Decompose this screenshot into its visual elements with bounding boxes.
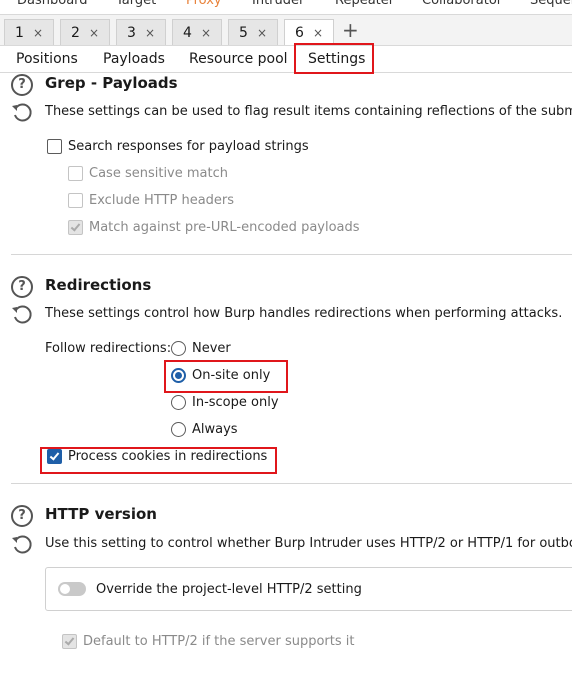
section-divider xyxy=(11,254,572,255)
app-tab-proxy[interactable]: Proxy xyxy=(186,0,222,8)
search-responses-label: Search responses for payload strings xyxy=(68,139,309,154)
section-title-grep-payloads: Grep - Payloads xyxy=(45,74,178,92)
intruder-tab-label: 1 xyxy=(15,25,24,41)
app-tab-intruder[interactable]: Intruder xyxy=(252,0,304,8)
settings-panel: ? Grep - Payloads These settings can be … xyxy=(0,73,572,681)
reset-arrow-icon[interactable] xyxy=(11,534,33,556)
app-tab-collaborator[interactable]: Collaborator xyxy=(422,0,502,8)
intruder-tab-label: 6 xyxy=(295,25,304,41)
radio-label: Never xyxy=(192,341,231,356)
exclude-headers-checkbox xyxy=(68,193,83,208)
toggle-knob xyxy=(60,584,70,594)
radio-in-scope-only[interactable]: In-scope only xyxy=(171,395,279,410)
match-pre-url-checkbox xyxy=(68,220,83,235)
app-tab-bar: Dashboard Target Proxy Intruder Repeater… xyxy=(0,0,572,14)
app-tab-sequencer[interactable]: Sequencer xyxy=(530,0,572,8)
section-title-http-version: HTTP version xyxy=(45,505,157,523)
radio-always[interactable]: Always xyxy=(171,422,238,437)
tab-positions[interactable]: Positions xyxy=(16,51,78,67)
section-divider xyxy=(11,483,572,484)
default-http2-label: Default to HTTP/2 if the server supports… xyxy=(83,634,355,649)
override-http2-panel: Override the project-level HTTP/2 settin… xyxy=(45,567,572,611)
help-circle-icon[interactable]: ? xyxy=(11,276,33,298)
intruder-tab-label: 5 xyxy=(239,25,248,41)
add-tab-button[interactable]: + xyxy=(342,20,359,40)
reset-arrow-icon[interactable] xyxy=(11,304,33,326)
match-pre-url-label: Match against pre-URL-encoded payloads xyxy=(89,220,360,235)
default-http2-checkbox xyxy=(62,634,77,649)
tab-resource-pool[interactable]: Resource pool xyxy=(189,51,288,67)
case-sensitive-checkbox xyxy=(68,166,83,181)
search-responses-option[interactable]: Search responses for payload strings xyxy=(47,139,309,154)
radio-label: In-scope only xyxy=(192,395,279,410)
case-sensitive-option: Case sensitive match xyxy=(68,166,228,181)
case-sensitive-label: Case sensitive match xyxy=(89,166,228,181)
close-icon[interactable]: × xyxy=(145,26,155,40)
radio-button[interactable] xyxy=(171,395,186,410)
exclude-headers-label: Exclude HTTP headers xyxy=(89,193,235,208)
intruder-tab-6[interactable]: 6 × xyxy=(284,19,334,46)
highlight-box-settings-tab xyxy=(294,43,374,74)
radio-never[interactable]: Never xyxy=(171,341,231,356)
highlight-box-on-site-only xyxy=(164,360,288,393)
override-http2-label: Override the project-level HTTP/2 settin… xyxy=(96,582,362,597)
intruder-tab-1[interactable]: 1 × xyxy=(4,19,54,46)
tab-payloads[interactable]: Payloads xyxy=(103,51,165,67)
reset-arrow-icon[interactable] xyxy=(11,102,33,124)
close-icon[interactable]: × xyxy=(89,26,99,40)
search-responses-checkbox[interactable] xyxy=(47,139,62,154)
intruder-tab-label: 2 xyxy=(71,25,80,41)
intruder-tab-label: 4 xyxy=(183,25,192,41)
radio-label: Always xyxy=(192,422,238,437)
intruder-tab-4[interactable]: 4 × xyxy=(172,19,222,46)
app-tab-target[interactable]: Target xyxy=(116,0,156,8)
intruder-tab-5[interactable]: 5 × xyxy=(228,19,278,46)
exclude-headers-option: Exclude HTTP headers xyxy=(68,193,234,208)
section-description-grep-payloads: These settings can be used to flag resul… xyxy=(45,104,572,119)
default-http2-option: Default to HTTP/2 if the server supports… xyxy=(62,634,354,649)
radio-button[interactable] xyxy=(171,422,186,437)
radio-button[interactable] xyxy=(171,341,186,356)
close-icon[interactable]: × xyxy=(33,26,43,40)
app-tab-repeater[interactable]: Repeater xyxy=(335,0,394,8)
section-description-http-version: Use this setting to control whether Burp… xyxy=(45,536,572,551)
close-icon[interactable]: × xyxy=(313,26,323,40)
close-icon[interactable]: × xyxy=(257,26,267,40)
section-description-redirections: These settings control how Burp handles … xyxy=(45,306,563,321)
match-pre-url-option: Match against pre-URL-encoded payloads xyxy=(68,220,360,235)
intruder-tab-bar: 1 × 2 × 3 × 4 × 5 × 6 × + xyxy=(0,14,572,46)
intruder-subtab-bar: Positions Payloads Resource pool Setting… xyxy=(0,45,572,74)
intruder-tab-3[interactable]: 3 × xyxy=(116,19,166,46)
help-circle-icon[interactable]: ? xyxy=(11,74,33,96)
section-title-redirections: Redirections xyxy=(45,276,152,294)
override-http2-toggle[interactable] xyxy=(58,582,86,596)
intruder-tab-label: 3 xyxy=(127,25,136,41)
app-tab-dashboard[interactable]: Dashboard xyxy=(17,0,88,8)
follow-redirections-label: Follow redirections: xyxy=(45,341,172,356)
intruder-tab-2[interactable]: 2 × xyxy=(60,19,110,46)
help-circle-icon[interactable]: ? xyxy=(11,505,33,527)
highlight-box-process-cookies xyxy=(40,447,277,474)
close-icon[interactable]: × xyxy=(201,26,211,40)
